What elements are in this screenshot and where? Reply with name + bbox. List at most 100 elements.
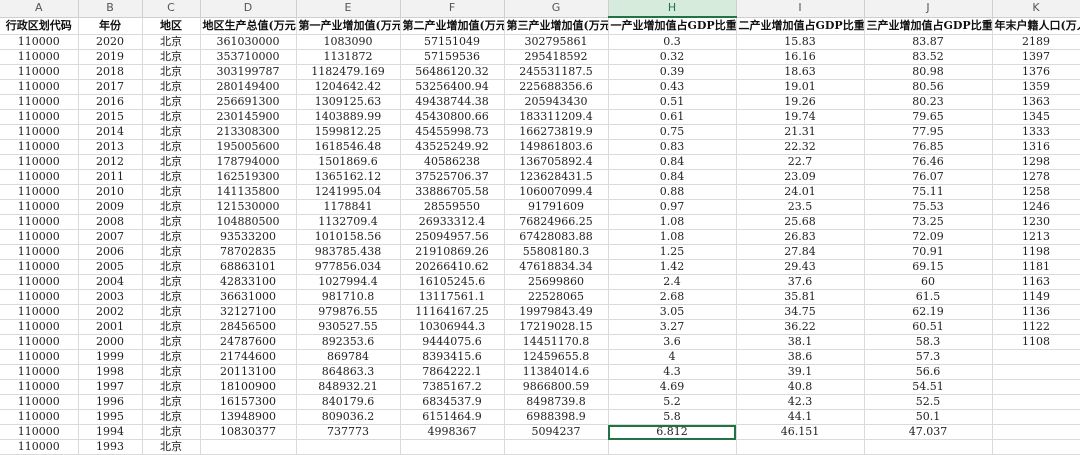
table-cell[interactable]: 2001 (78, 319, 143, 335)
table-cell[interactable]: 18.63 (736, 64, 865, 80)
table-cell[interactable]: 1.25 (608, 244, 737, 260)
table-cell[interactable]: 76824966.25 (504, 214, 609, 230)
table-cell[interactable] (504, 439, 609, 455)
table-cell[interactable] (992, 394, 1080, 410)
table-cell[interactable]: 121530000 (200, 199, 297, 215)
table-cell[interactable]: 1618546.48 (296, 139, 401, 155)
table-cell[interactable]: 62.19 (864, 304, 993, 320)
table-cell[interactable]: 245531187.5 (504, 64, 609, 80)
field-header[interactable]: 年末户籍人口(万人 (992, 17, 1080, 35)
table-cell[interactable]: 1501869.6 (296, 154, 401, 170)
table-cell[interactable]: 北京 (142, 124, 201, 140)
table-cell[interactable]: 302795861 (504, 34, 609, 50)
table-cell[interactable]: 0.84 (608, 154, 737, 170)
table-cell[interactable]: 19.01 (736, 79, 865, 95)
table-cell[interactable]: 北京 (142, 184, 201, 200)
table-cell[interactable]: 205943430 (504, 94, 609, 110)
table-cell[interactable]: 1246 (992, 199, 1080, 215)
table-cell[interactable]: 1397 (992, 49, 1080, 65)
table-cell[interactable]: 110000 (0, 64, 79, 80)
table-cell[interactable]: 北京 (142, 394, 201, 410)
table-cell[interactable]: 56486120.32 (400, 64, 505, 80)
table-cell[interactable]: 40586238 (400, 154, 505, 170)
table-cell[interactable]: 42833100 (200, 274, 297, 290)
table-cell[interactable]: 106007099.4 (504, 184, 609, 200)
table-cell[interactable]: 2019 (78, 49, 143, 65)
table-cell[interactable]: 1.42 (608, 259, 737, 275)
table-cell[interactable]: 110000 (0, 319, 79, 335)
table-cell[interactable]: 43525249.92 (400, 139, 505, 155)
table-cell[interactable]: 75.11 (864, 184, 993, 200)
table-cell[interactable]: 北京 (142, 409, 201, 425)
table-cell[interactable]: 6.812 (608, 424, 737, 440)
table-cell[interactable]: 76.07 (864, 169, 993, 185)
table-cell[interactable]: 892353.6 (296, 334, 401, 350)
table-cell[interactable]: 2006 (78, 244, 143, 260)
table-cell[interactable]: 1241995.04 (296, 184, 401, 200)
field-header[interactable]: 地区 (142, 17, 201, 35)
table-cell[interactable]: 27.84 (736, 244, 865, 260)
column-header-f[interactable]: F (400, 0, 505, 18)
table-cell[interactable]: 809036.2 (296, 409, 401, 425)
table-cell[interactable]: 0.84 (608, 169, 737, 185)
table-cell[interactable]: 2005 (78, 259, 143, 275)
table-cell[interactable]: 北京 (142, 379, 201, 395)
table-cell[interactable]: 北京 (142, 169, 201, 185)
table-cell[interactable]: 979876.55 (296, 304, 401, 320)
table-cell[interactable]: 38.6 (736, 349, 865, 365)
table-cell[interactable]: 12459655.8 (504, 349, 609, 365)
table-cell[interactable]: 110000 (0, 124, 79, 140)
table-cell[interactable] (200, 439, 297, 455)
table-cell[interactable]: 1083090 (296, 34, 401, 50)
table-cell[interactable]: 35.81 (736, 289, 865, 305)
table-cell[interactable]: 北京 (142, 439, 201, 455)
field-header[interactable]: 一产业增加值占GDP比重(% (608, 17, 737, 35)
table-cell[interactable]: 1178841 (296, 199, 401, 215)
table-cell[interactable]: 2018 (78, 64, 143, 80)
table-cell[interactable]: 2189 (992, 34, 1080, 50)
field-header[interactable]: 二产业增加值占GDP比重(% (736, 17, 865, 35)
table-cell[interactable]: 58.3 (864, 334, 993, 350)
table-cell[interactable]: 1999 (78, 349, 143, 365)
table-cell[interactable]: 19.74 (736, 109, 865, 125)
table-cell[interactable]: 1131872 (296, 49, 401, 65)
field-header[interactable]: 年份 (78, 17, 143, 35)
table-cell[interactable]: 4.3 (608, 364, 737, 380)
table-cell[interactable]: 0.75 (608, 124, 737, 140)
table-cell[interactable]: 0.83 (608, 139, 737, 155)
table-cell[interactable]: 9866800.59 (504, 379, 609, 395)
table-cell[interactable]: 37525706.37 (400, 169, 505, 185)
column-header-k[interactable]: K (992, 0, 1080, 18)
table-cell[interactable]: 25.68 (736, 214, 865, 230)
table-cell[interactable]: 1258 (992, 184, 1080, 200)
table-cell[interactable]: 21.31 (736, 124, 865, 140)
table-cell[interactable] (608, 439, 737, 455)
table-cell[interactable]: 110000 (0, 79, 79, 95)
table-cell[interactable]: 295418592 (504, 49, 609, 65)
table-cell[interactable]: 21910869.26 (400, 244, 505, 260)
spreadsheet-grid[interactable]: ABCDEFGHIJK 行政区划代码 年份 地区 地区生产总值(万元) 第一产业增加值(… (0, 0, 1080, 455)
table-cell[interactable]: 110000 (0, 139, 79, 155)
table-cell[interactable]: 1997 (78, 379, 143, 395)
table-cell[interactable]: 110000 (0, 94, 79, 110)
table-cell[interactable]: 26.83 (736, 229, 865, 245)
table-cell[interactable]: 67428083.88 (504, 229, 609, 245)
table-cell[interactable]: 2.68 (608, 289, 737, 305)
table-cell[interactable]: 49438744.38 (400, 94, 505, 110)
table-cell[interactable]: 1333 (992, 124, 1080, 140)
column-header-e[interactable]: E (296, 0, 401, 18)
table-cell[interactable]: 57159536 (400, 49, 505, 65)
table-cell[interactable]: 110000 (0, 334, 79, 350)
table-cell[interactable]: 110000 (0, 394, 79, 410)
table-cell[interactable]: 22528065 (504, 289, 609, 305)
table-cell[interactable]: 25699860 (504, 274, 609, 290)
table-cell[interactable]: 北京 (142, 139, 201, 155)
table-cell[interactable]: 195005600 (200, 139, 297, 155)
table-cell[interactable]: 1136 (992, 304, 1080, 320)
table-cell[interactable]: 47.037 (864, 424, 993, 440)
table-cell[interactable]: 0.3 (608, 34, 737, 50)
table-cell[interactable]: 2009 (78, 199, 143, 215)
table-cell[interactable]: 80.98 (864, 64, 993, 80)
table-cell[interactable] (992, 364, 1080, 380)
table-cell[interactable]: 1309125.63 (296, 94, 401, 110)
